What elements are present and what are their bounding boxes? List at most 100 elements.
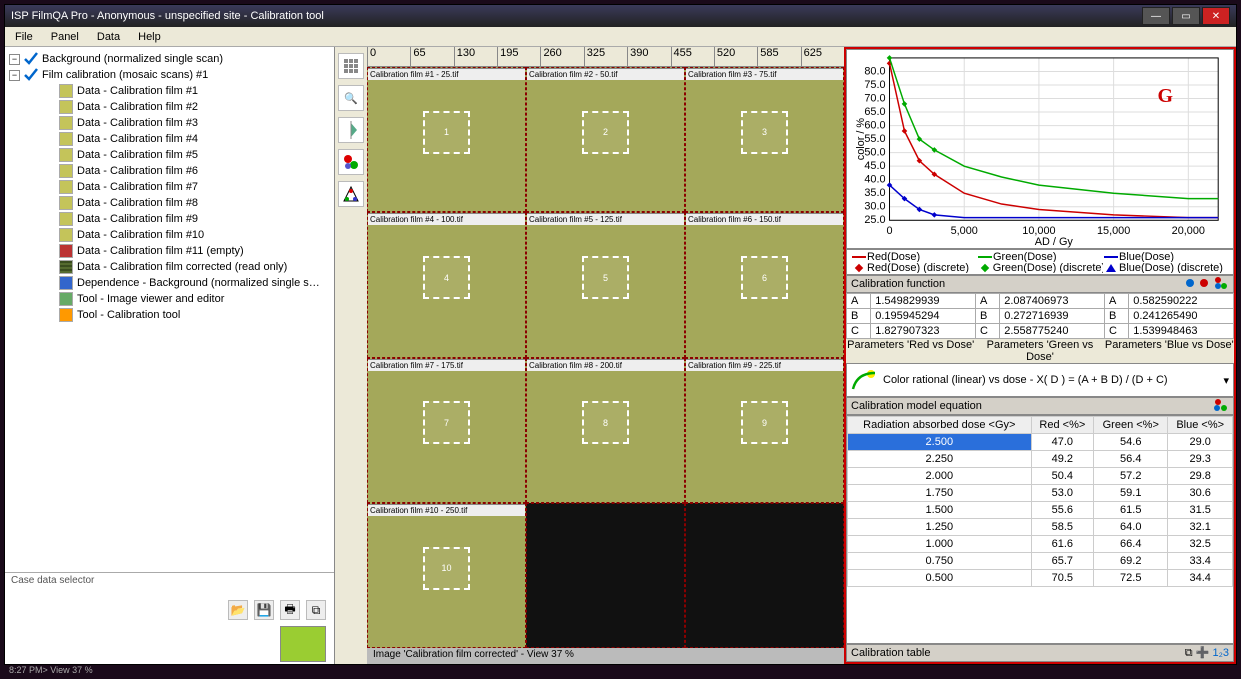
menu-help[interactable]: Help	[138, 31, 161, 43]
film-viewer-panel: 🔍 065130195260325390455520585625 1Calibr…	[335, 47, 846, 664]
roi-box[interactable]: 6	[741, 256, 788, 299]
svg-text:color / %: color / %	[855, 118, 867, 161]
tool-icon	[59, 308, 73, 322]
svg-text:15,000: 15,000	[1097, 225, 1130, 237]
flip-tool-icon[interactable]	[338, 117, 364, 143]
roi-box[interactable]: 3	[741, 111, 788, 154]
numbers-icon[interactable]: 1₂3	[1212, 647, 1229, 659]
titlebar: ISP FilmQA Pro - Anonymous - unspecified…	[5, 5, 1236, 27]
zoom-tool-icon[interactable]: 🔍	[338, 85, 364, 111]
open-folder-icon[interactable]: 📂	[228, 600, 248, 620]
window-title: ISP FilmQA Pro - Anonymous - unspecified…	[11, 10, 324, 22]
tree-item[interactable]: Data - Calibration film corrected (read …	[77, 261, 287, 273]
menu-data[interactable]: Data	[97, 31, 120, 43]
add-row-icon[interactable]: ➕	[1196, 647, 1210, 659]
roi-box[interactable]: 10	[423, 547, 470, 590]
case-tree[interactable]: − Background (normalized single scan) − …	[5, 47, 334, 572]
tree-item[interactable]: Tool - Calibration tool	[77, 309, 180, 321]
film-icon	[59, 228, 73, 242]
table-row[interactable]: 2.50047.054.629.0	[848, 434, 1233, 451]
roi-box[interactable]: 4	[423, 256, 470, 299]
tree-item[interactable]: Data - Calibration film #9	[77, 213, 198, 225]
film-cell[interactable]	[526, 503, 685, 648]
film-cell[interactable]: 4Calibration film #4 - 100.tif	[367, 212, 526, 357]
check-icon[interactable]	[24, 52, 38, 66]
table-row[interactable]: 2.00050.457.229.8	[848, 468, 1233, 485]
film-cell[interactable]: 10Calibration film #10 - 250.tif	[367, 503, 526, 648]
menu-file[interactable]: File	[15, 31, 33, 43]
tree-item[interactable]: Data - Calibration film #6	[77, 165, 198, 177]
film-corrected-icon	[59, 260, 73, 274]
rgb-balls-icon[interactable]	[1213, 398, 1229, 415]
copy-icon[interactable]: ⧉	[1185, 647, 1193, 659]
film-mosaic[interactable]: 1Calibration film #1 - 25.tif2Calibratio…	[367, 67, 844, 648]
roi-box[interactable]: 9	[741, 401, 788, 444]
tree-root-filmcal[interactable]: Film calibration (mosaic scans) #1	[42, 69, 208, 81]
tree-root-background[interactable]: Background (normalized single scan)	[42, 53, 223, 65]
film-cell[interactable]: 6Calibration film #6 - 150.tif	[685, 212, 844, 357]
film-cell[interactable]: 9Calibration film #9 - 225.tif	[685, 358, 844, 503]
svg-text:60.0: 60.0	[864, 120, 885, 132]
calibration-data-table[interactable]: Radiation absorbed dose <Gy> Red <%> Gre…	[846, 415, 1234, 644]
tree-item[interactable]: Data - Calibration film #7	[77, 181, 198, 193]
collapse-icon[interactable]: −	[9, 70, 20, 81]
svg-text:25.0: 25.0	[864, 214, 885, 226]
svg-text:65.0: 65.0	[864, 106, 885, 118]
tree-item[interactable]: Data - Calibration film #3	[77, 117, 198, 129]
film-icon	[59, 212, 73, 226]
calibration-chart[interactable]: 05,00010,00015,00020,00025.030.035.040.0…	[846, 49, 1234, 249]
status-bar: 8:27 PM> View 37 %	[5, 665, 1236, 677]
film-cell[interactable]	[685, 503, 844, 648]
roi-box[interactable]: 1	[423, 111, 470, 154]
tree-item[interactable]: Tool - Image viewer and editor	[77, 293, 224, 305]
table-row[interactable]: 0.75065.769.233.4	[848, 553, 1233, 570]
roi-box[interactable]: 8	[582, 401, 629, 444]
table-row[interactable]: 1.25058.564.032.1	[848, 519, 1233, 536]
close-button[interactable]: ✕	[1202, 7, 1230, 25]
param-table: A1.549829939A2.087406973A0.582590222 B0.…	[846, 293, 1234, 339]
table-row[interactable]: 0.50070.572.534.4	[848, 570, 1233, 587]
film-icon	[59, 100, 73, 114]
table-row[interactable]: 1.50055.661.531.5	[848, 502, 1233, 519]
roi-box[interactable]: 7	[423, 401, 470, 444]
properties-icon[interactable]: ⧉	[306, 600, 326, 620]
table-row[interactable]: 1.75053.059.130.6	[848, 485, 1233, 502]
film-cell[interactable]: 7Calibration film #7 - 175.tif	[367, 358, 526, 503]
collapse-icon[interactable]: −	[9, 54, 20, 65]
tree-item[interactable]: Data - Calibration film #5	[77, 149, 198, 161]
tree-item[interactable]: Dependence - Background (normalized sing…	[77, 277, 320, 289]
dependence-icon	[59, 276, 73, 290]
triangle-tool-icon[interactable]	[338, 181, 364, 207]
tree-item[interactable]: Data - Calibration film #8	[77, 197, 198, 209]
film-cell[interactable]: 1Calibration film #1 - 25.tif	[367, 67, 526, 212]
film-cell[interactable]: 8 Calibration film #8 - 200.tif	[526, 358, 685, 503]
film-cell[interactable]: 3Calibration film #3 - 75.tif	[685, 67, 844, 212]
menu-panel[interactable]: Panel	[51, 31, 79, 43]
minimize-button[interactable]: —	[1142, 7, 1170, 25]
svg-text:40.0: 40.0	[864, 174, 885, 186]
ruler-horizontal: 065130195260325390455520585625	[367, 47, 844, 67]
film-cell[interactable]: 2Calibration film #2 - 50.tif	[526, 67, 685, 212]
tree-item[interactable]: Data - Calibration film #11 (empty)	[77, 245, 244, 257]
print-icon[interactable]: 🖶	[280, 600, 300, 620]
roi-box[interactable]: 2	[582, 111, 629, 154]
caltable-footer: Calibration table	[851, 647, 931, 659]
chevron-down-icon[interactable]: ▾	[1223, 374, 1229, 387]
svg-text:0: 0	[886, 225, 892, 237]
tree-item[interactable]: Data - Calibration film #4	[77, 133, 198, 145]
table-row[interactable]: 1.00061.666.432.5	[848, 536, 1233, 553]
tree-item[interactable]: Data - Calibration film #2	[77, 101, 198, 113]
grid-tool-icon[interactable]	[338, 53, 364, 79]
film-icon	[59, 148, 73, 162]
film-label: Calibration film #8 - 200.tif	[527, 359, 684, 371]
table-row[interactable]: 2.25049.256.429.3	[848, 451, 1233, 468]
rgb-balls-icon[interactable]	[338, 149, 364, 175]
equation-selector[interactable]: Color rational (linear) vs dose - X( D )…	[846, 363, 1234, 397]
film-cell[interactable]: 5Calibration film #5 - 125.tif	[526, 212, 685, 357]
tree-item[interactable]: Data - Calibration film #10	[77, 229, 204, 241]
tree-item[interactable]: Data - Calibration film #1	[77, 85, 198, 97]
roi-box[interactable]: 5	[582, 256, 629, 299]
maximize-button[interactable]: ▭	[1172, 7, 1200, 25]
check-icon[interactable]	[24, 68, 38, 82]
save-icon[interactable]: 💾	[254, 600, 274, 620]
